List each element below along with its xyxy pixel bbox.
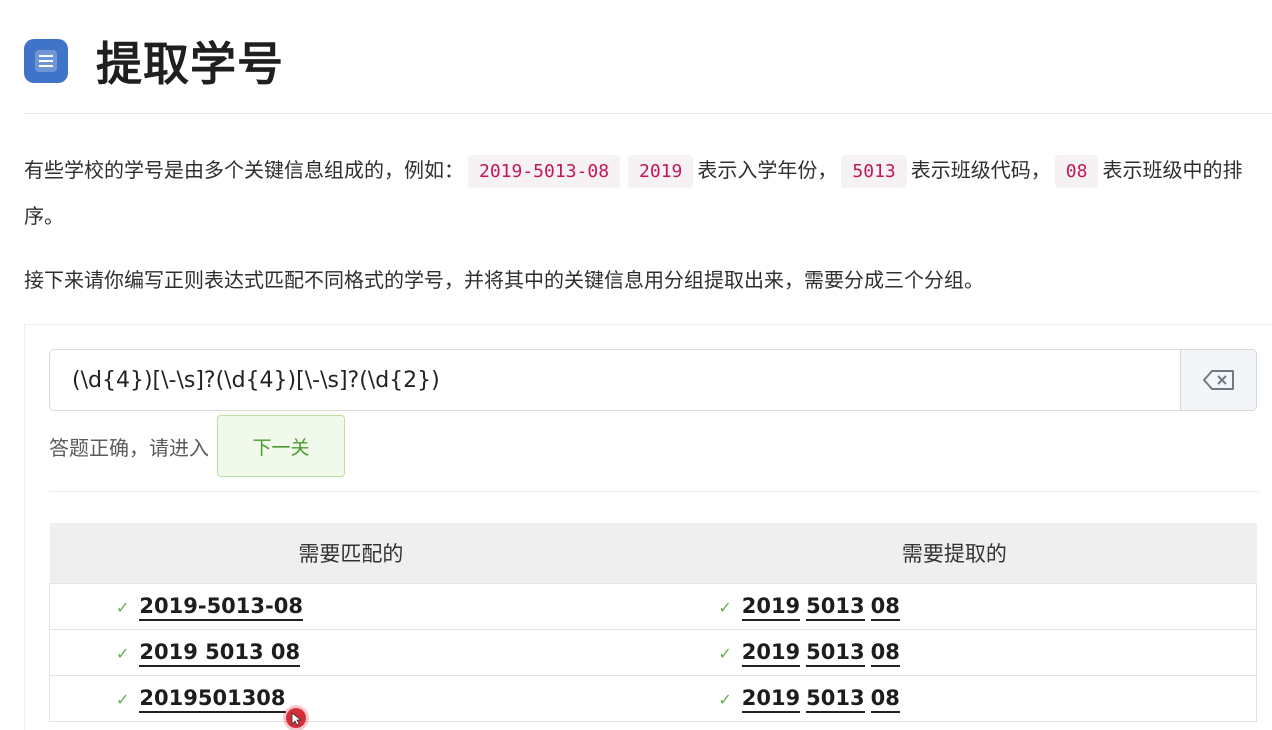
extract-cell: ✓ 2019 5013 08 — [652, 582, 1258, 629]
match-cell: ✓ 2019501308 — [49, 674, 653, 722]
class-code: 5013 — [841, 155, 907, 188]
match-value: 2019-5013-08 — [139, 594, 303, 621]
title-row: 提取学号 — [24, 30, 284, 92]
group-3: 08 — [870, 594, 900, 621]
group-3: 08 — [870, 686, 900, 713]
panel-divider — [49, 491, 1259, 492]
status-row: 答题正确，请进入 下一关 — [49, 415, 345, 477]
group-1: 2019 — [741, 640, 801, 667]
match-cell: ✓ 2019-5013-08 — [49, 582, 653, 629]
table-row: ✓ 2019-5013-08 ✓ 2019 5013 08 — [49, 582, 1258, 629]
clear-button[interactable] — [1180, 350, 1256, 410]
group-2: 5013 — [806, 686, 865, 713]
check-icon: ✓ — [718, 598, 732, 617]
intro-paragraph: 有些学校的学号是由多个关键信息组成的，例如： 2019-5013-08 2019 表示… — [24, 148, 1256, 238]
check-icon: ✓ — [116, 644, 130, 663]
intro-prefix: 有些学校的学号是由多个关键信息组成的，例如： — [24, 158, 464, 182]
group-2: 5013 — [806, 640, 865, 667]
extract-cell: ✓ 2019 5013 08 — [652, 674, 1258, 722]
group-3: 08 — [870, 640, 900, 667]
extract-cell: ✓ 2019 5013 08 — [652, 628, 1258, 675]
match-value: 2019 5013 08 — [139, 640, 301, 667]
backspace-icon — [1202, 370, 1234, 390]
exercise-panel: 答题正确，请进入 下一关 需要匹配的 需要提取的 ✓ 2019-5013-08 ✓… — [24, 324, 1272, 730]
page-title: 提取学号 — [96, 37, 284, 91]
task-paragraph: 接下来请你编写正则表达式匹配不同格式的学号，并将其中的关键信息用分组提取出来，需… — [24, 268, 984, 292]
check-icon: ✓ — [116, 690, 130, 709]
table-row: ✓ 2019501308 ✓ 2019 5013 08 — [49, 674, 1258, 722]
results-table: 需要匹配的 需要提取的 ✓ 2019-5013-08 ✓ 2019 5013 08 ✓ 2… — [49, 523, 1258, 722]
example-code: 2019-5013-08 — [468, 155, 621, 188]
regex-input[interactable] — [50, 350, 1180, 410]
match-value: 2019501308 — [139, 686, 286, 713]
title-divider — [24, 113, 1272, 114]
year-text: 表示入学年份， — [697, 158, 838, 182]
class-text: 表示班级代码， — [910, 158, 1051, 182]
header-match: 需要匹配的 — [49, 523, 653, 583]
match-cell: ✓ 2019 5013 08 — [49, 628, 653, 675]
mouse-cursor-icon — [286, 708, 306, 728]
year-code: 2019 — [628, 155, 694, 188]
regex-input-group — [49, 349, 1257, 411]
group-1: 2019 — [741, 686, 801, 713]
status-text: 答题正确，请进入 — [49, 435, 209, 460]
check-icon: ✓ — [718, 690, 732, 709]
document-icon — [24, 39, 68, 83]
header-extract: 需要提取的 — [652, 523, 1257, 583]
check-icon: ✓ — [718, 644, 732, 663]
group-1: 2019 — [741, 594, 801, 621]
table-header-row: 需要匹配的 需要提取的 — [49, 523, 1257, 583]
order-code: 08 — [1054, 155, 1099, 188]
next-level-button[interactable]: 下一关 — [217, 415, 345, 477]
check-icon: ✓ — [116, 598, 130, 617]
group-2: 5013 — [806, 594, 865, 621]
table-row: ✓ 2019 5013 08 ✓ 2019 5013 08 — [49, 628, 1258, 675]
